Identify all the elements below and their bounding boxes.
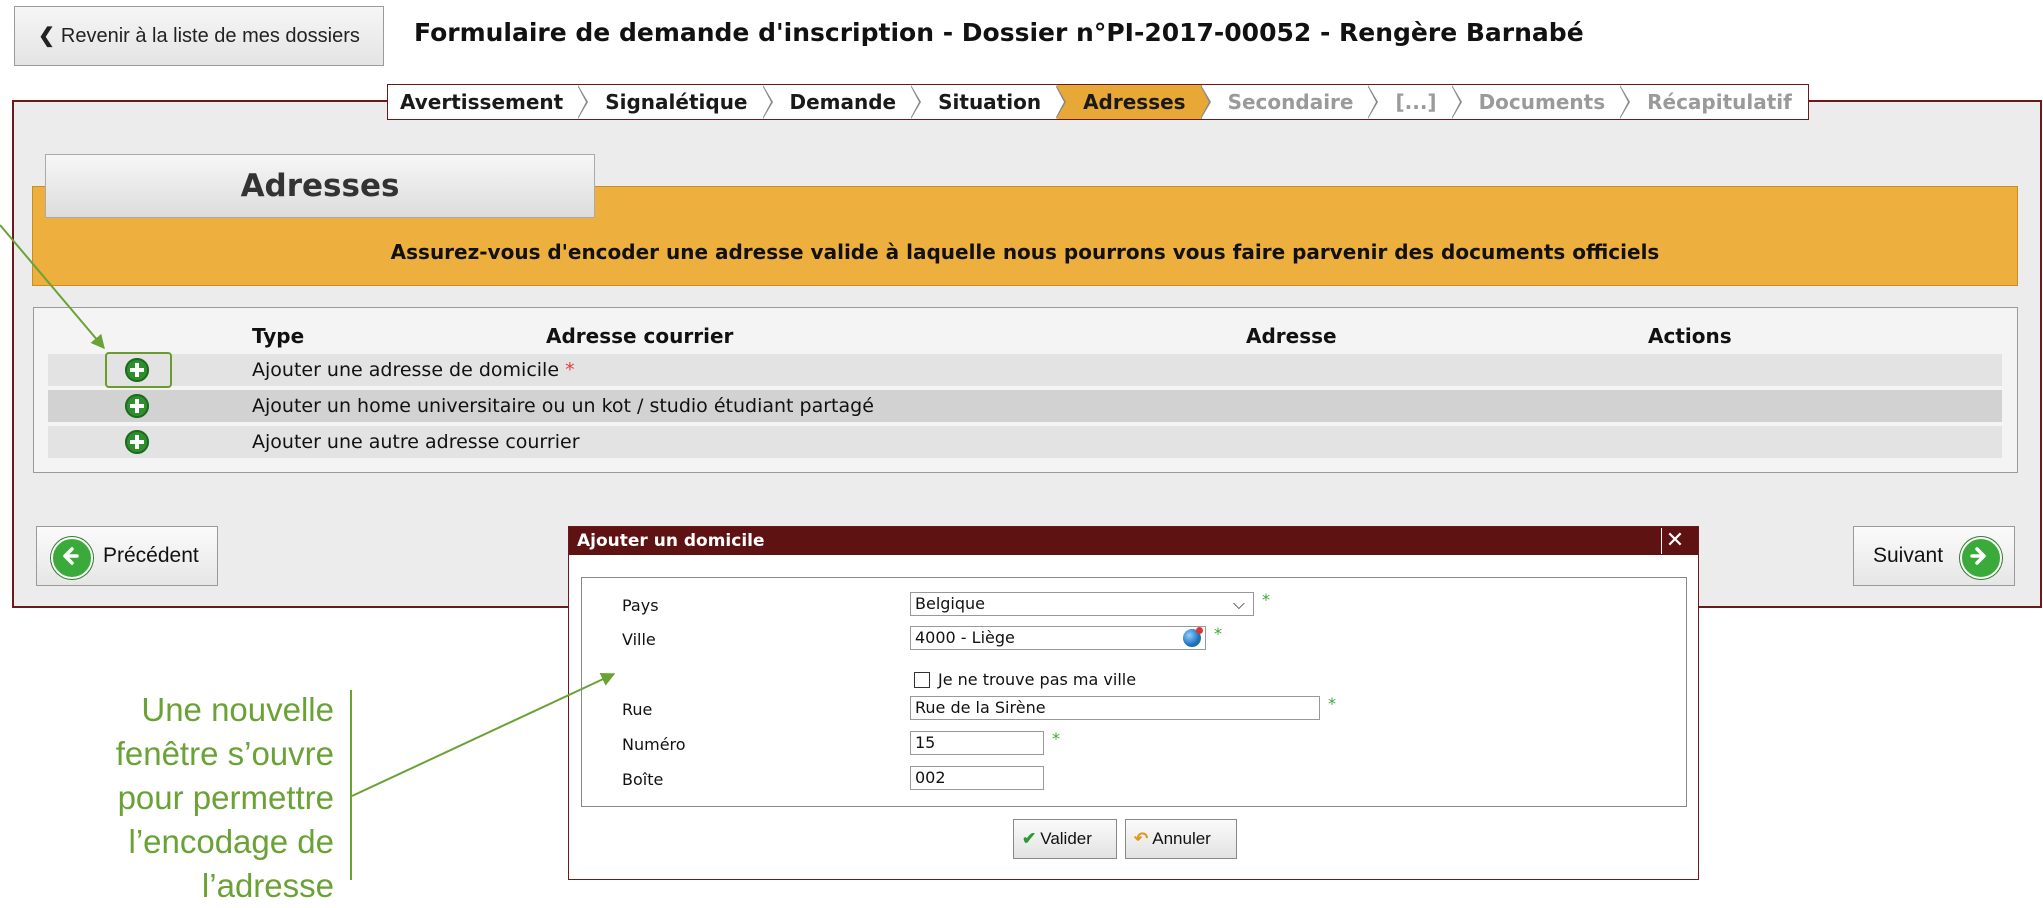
annotation-arrow-dialog bbox=[351, 672, 616, 797]
annotation-arrow-add bbox=[0, 224, 105, 350]
annotation-arrows bbox=[0, 224, 616, 797]
